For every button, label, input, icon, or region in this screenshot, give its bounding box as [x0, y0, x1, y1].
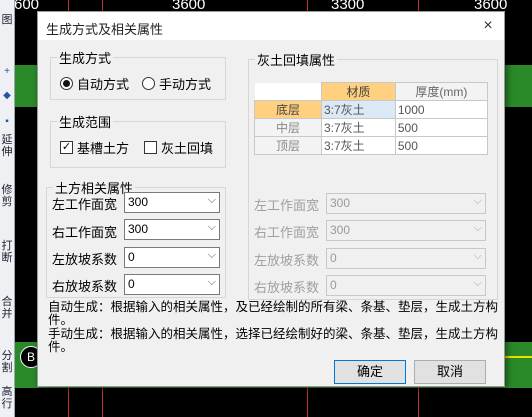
toolbar-break-2[interactable]: 断 — [1, 252, 13, 264]
bf-left-slope-value: 0 — [330, 251, 337, 265]
chevron-down-icon: ⌵ — [207, 194, 216, 206]
col-header-material[interactable]: 材质 — [321, 82, 396, 101]
auto-gen-note: 自动生成：根据输入的相关属性，及已经绘制的所有梁、条基、垫层，生成土方构件。 — [48, 300, 499, 327]
bf-right-work-width-value: 300 — [330, 223, 351, 237]
chevron-down-icon: ⌵ — [473, 277, 482, 289]
bf-right-slope-value: 0 — [330, 278, 337, 292]
radio-empty-icon — [142, 77, 155, 90]
left-work-width-label: 左工作面宽 — [52, 197, 118, 212]
auto-radio-label: 自动方式 — [77, 77, 130, 92]
manual-radio[interactable]: 手动方式 — [142, 74, 211, 93]
close-icon[interactable]: × — [478, 16, 498, 36]
bf-left-slope-select[interactable]: 0 ⌵ — [326, 248, 486, 269]
auto-radio[interactable]: 自动方式 — [60, 74, 129, 93]
row-header-top[interactable]: 顶层 — [254, 136, 322, 155]
manual-gen-note: 手动生成：根据输入的相关属性，选择已经绘制好的梁、条基、垫层，生成土方构件。 — [48, 327, 499, 354]
thickness-cell[interactable]: 1000 — [394, 100, 489, 119]
bf-right-slope-select[interactable]: 0 ⌵ — [326, 275, 486, 296]
backfill-checkbox[interactable]: 灰土回填 — [144, 138, 213, 157]
backfill-props-legend: 灰土回填属性 — [257, 53, 336, 68]
rotate-icon[interactable]: ◆ — [2, 91, 12, 101]
left-work-width-value: 300 — [128, 195, 149, 209]
bf-right-work-width-select[interactable]: 300 ⌵ — [326, 220, 486, 241]
toolbar-merge-1[interactable]: 合 — [1, 296, 13, 308]
left-slope-label: 左放坡系数 — [52, 252, 118, 267]
right-slope-label: 右放坡系数 — [52, 279, 118, 294]
bf-left-work-width-label: 左工作面宽 — [254, 198, 320, 213]
dimension-0: 600 — [14, 0, 40, 13]
toolbar-align-1[interactable]: 高 — [1, 386, 13, 398]
table-row: 顶层 3:7灰土 500 — [254, 136, 489, 155]
left-toolbar: 图 + ◆ ▪ 延 伸 修 剪 打 断 合 并 分 割 高 行 — [0, 0, 15, 417]
table-corner — [254, 82, 322, 101]
bf-left-work-width-value: 300 — [330, 196, 351, 210]
chevron-down-icon: ⌵ — [207, 249, 216, 261]
gen-method-legend: 生成方式 — [59, 51, 112, 66]
trench-checkbox-label: 基槽土方 — [77, 141, 130, 156]
right-slope-select[interactable]: 0 ⌵ — [124, 274, 220, 295]
thickness-cell[interactable]: 500 — [394, 136, 489, 155]
thickness-cell[interactable]: 500 — [394, 118, 489, 137]
dialog-titlebar[interactable]: 生成方式及相关属性 × — [38, 12, 504, 40]
right-work-width-value: 300 — [128, 222, 149, 236]
left-slope-select[interactable]: 0 ⌵ — [124, 247, 220, 268]
ok-button[interactable]: 确定 — [334, 360, 406, 384]
bf-right-slope-label: 右放坡系数 — [254, 280, 320, 295]
chevron-down-icon: ⌵ — [207, 276, 216, 288]
toolbar-split-2[interactable]: 割 — [1, 362, 13, 374]
row-header-middle[interactable]: 中层 — [254, 118, 322, 137]
toolbar-extend-1[interactable]: 延 — [1, 134, 13, 146]
toolbar-merge-2[interactable]: 并 — [1, 308, 13, 320]
toolbar-split-1[interactable]: 分 — [1, 350, 13, 362]
chevron-down-icon: ⌵ — [207, 221, 216, 233]
gen-method-dialog: 生成方式及相关属性 × 生成方式 自动方式 手动方式 生成范围 ✓ 基槽土方 灰… — [37, 11, 505, 387]
toolbar-extend-2[interactable]: 伸 — [1, 146, 13, 158]
material-cell[interactable]: 3:7灰土 — [321, 136, 396, 155]
toolbar-align-2[interactable]: 行 — [1, 398, 13, 410]
manual-radio-label: 手动方式 — [159, 77, 212, 92]
left-work-width-select[interactable]: 300 ⌵ — [124, 192, 220, 213]
col-header-thickness[interactable]: 厚度(mm) — [394, 82, 489, 101]
toolbar-trim-2[interactable]: 剪 — [1, 196, 13, 208]
toolbar-break-1[interactable]: 打 — [1, 240, 13, 252]
extend-icon[interactable]: ▪ — [2, 117, 12, 127]
chevron-down-icon: ⌵ — [473, 250, 482, 262]
move-icon[interactable]: + — [2, 67, 12, 77]
bf-left-work-width-select[interactable]: 300 ⌵ — [326, 193, 486, 214]
right-slope-value: 0 — [128, 277, 135, 291]
cancel-button[interactable]: 取消 — [414, 360, 486, 384]
chevron-down-icon: ⌵ — [473, 222, 482, 234]
right-work-width-select[interactable]: 300 ⌵ — [124, 219, 220, 240]
backfill-checkbox-label: 灰土回填 — [161, 141, 214, 156]
toolbar-trim-1[interactable]: 修 — [1, 184, 13, 196]
row-header-bottom[interactable]: 底层 — [254, 100, 322, 119]
chevron-down-icon: ⌵ — [473, 195, 482, 207]
right-work-width-label: 右工作面宽 — [52, 225, 118, 240]
material-cell[interactable]: 3:7灰土 — [321, 100, 396, 119]
gen-range-legend: 生成范围 — [59, 115, 112, 130]
checkmark-icon: ✓ — [60, 141, 73, 154]
dialog-title: 生成方式及相关属性 — [46, 22, 164, 37]
left-slope-value: 0 — [128, 250, 135, 264]
bf-right-work-width-label: 右工作面宽 — [254, 225, 320, 240]
material-cell[interactable]: 3:7灰土 — [321, 118, 396, 137]
table-row: 底层 3:7灰土 1000 — [254, 100, 489, 119]
toolbar-char[interactable]: 图 — [1, 14, 13, 26]
table-header-row: 材质 厚度(mm) — [254, 82, 489, 101]
backfill-layer-table: 材质 厚度(mm) 底层 3:7灰土 1000 中层 3:7灰土 500 顶层 … — [254, 82, 489, 155]
unchecked-box-icon — [144, 141, 157, 154]
trench-checkbox[interactable]: ✓ 基槽土方 — [60, 138, 129, 157]
table-row: 中层 3:7灰土 500 — [254, 118, 489, 137]
radio-selected-icon — [60, 77, 73, 90]
bf-left-slope-label: 左放坡系数 — [254, 253, 320, 268]
